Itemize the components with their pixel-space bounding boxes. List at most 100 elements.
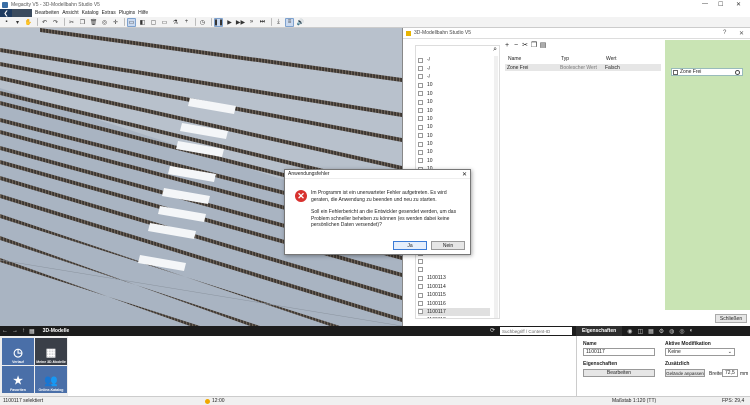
view-3d-icon[interactable]: ◧ bbox=[138, 18, 147, 27]
play-icon[interactable]: ▶ bbox=[225, 18, 234, 27]
tree-scrollbar[interactable] bbox=[494, 56, 498, 318]
grid-icon[interactable]: ▦ bbox=[648, 328, 654, 335]
close-button[interactable]: Schließen bbox=[715, 314, 747, 323]
minimize-button[interactable]: — bbox=[702, 1, 708, 7]
menu-plugins[interactable]: Plugins bbox=[119, 10, 135, 16]
tree-item[interactable] bbox=[418, 257, 490, 265]
tree-item[interactable]: -/ bbox=[418, 64, 490, 72]
close-side-button[interactable]: ✕ bbox=[739, 30, 744, 37]
menu-hilfe[interactable]: Hilfe bbox=[138, 10, 148, 16]
cut-icon[interactable]: ✂ bbox=[67, 18, 76, 27]
tree-item[interactable]: 10 bbox=[418, 140, 490, 148]
yes-button[interactable]: Ja bbox=[393, 241, 427, 250]
arrow-left-icon[interactable]: ← bbox=[2, 328, 8, 334]
menu-katalog[interactable]: Katalog bbox=[82, 10, 99, 16]
zone-frei-checkbox[interactable]: Zone Frei bbox=[671, 68, 743, 76]
close-window-button[interactable]: ✕ bbox=[736, 1, 741, 8]
camera-icon[interactable]: ◎ bbox=[679, 328, 684, 335]
menu-placeholder[interactable] bbox=[12, 9, 32, 17]
paste-icon[interactable]: ▤ bbox=[539, 41, 547, 49]
tree-item[interactable]: 1100117 bbox=[418, 307, 490, 317]
copy-icon[interactable]: ❐ bbox=[78, 18, 87, 27]
arrow-right-icon[interactable]: → bbox=[12, 328, 18, 334]
cut-icon[interactable]: ✂ bbox=[521, 41, 529, 49]
tree-item[interactable]: -/ bbox=[418, 56, 490, 64]
category-favoriten[interactable]: ★ Favoriten bbox=[2, 366, 34, 393]
skip-icon[interactable]: ⏭ bbox=[258, 18, 267, 27]
camera-icon[interactable]: ◎ bbox=[100, 18, 109, 27]
save-icon[interactable]: ▪ bbox=[2, 18, 11, 27]
flask-icon[interactable]: ⚗ bbox=[171, 18, 180, 27]
tree-item[interactable]: 1100113 bbox=[418, 274, 490, 282]
tree-item[interactable]: 10 bbox=[418, 148, 490, 156]
tree-item[interactable]: 1100118 bbox=[418, 316, 490, 318]
palette-icon[interactable]: ◍ bbox=[669, 328, 674, 335]
tree-item[interactable]: 10 bbox=[418, 157, 490, 165]
bearbeiten-button[interactable]: Bearbeiten bbox=[583, 369, 655, 377]
tree-item[interactable]: 1100114 bbox=[418, 283, 490, 291]
modification-select[interactable]: Keine ⌄ bbox=[665, 348, 735, 356]
tag-icon[interactable]: ◐ bbox=[690, 328, 694, 334]
bottom-panel-bar: ← → ↑ ▦ 3D-Modelle ⟳ Suchbegriff / Conte… bbox=[0, 326, 750, 336]
help-button[interactable]: ? bbox=[723, 30, 726, 36]
catalog-search-input[interactable]: Suchbegriff / Content-ID bbox=[500, 327, 572, 335]
back-arrow-icon[interactable]: ❮ bbox=[0, 9, 12, 17]
tiles-icon[interactable]: ▦ bbox=[29, 328, 35, 335]
node-icon bbox=[418, 57, 423, 63]
maximize-button[interactable]: ☐ bbox=[718, 1, 723, 8]
tree-item[interactable]: 10 bbox=[418, 106, 490, 114]
delete-icon[interactable]: 🗑 bbox=[89, 18, 98, 27]
category-meine-modelle[interactable]: ▦ Meine 3D-Modelle bbox=[35, 338, 67, 365]
arrow-up-icon[interactable]: ↑ bbox=[22, 328, 25, 334]
tree-item[interactable]: 1100115 bbox=[418, 291, 490, 299]
layers-icon[interactable]: ≡ bbox=[285, 17, 294, 27]
property-value[interactable]: Falsch bbox=[605, 65, 655, 71]
clock-icon[interactable]: ◷ bbox=[198, 18, 207, 27]
no-button[interactable]: Nein bbox=[431, 241, 465, 250]
cube-icon[interactable]: ◫ bbox=[637, 328, 643, 335]
rect-icon[interactable]: ▭ bbox=[160, 18, 169, 27]
category-verlauf[interactable]: ◷ Verlauf bbox=[2, 338, 34, 365]
tree-item[interactable]: 10 bbox=[418, 115, 490, 123]
move-icon[interactable]: ✛ bbox=[111, 18, 120, 27]
tree-item[interactable]: 10 bbox=[418, 90, 490, 98]
breite-field[interactable]: 72,5 bbox=[722, 369, 738, 377]
cube-icon[interactable]: ▢ bbox=[149, 18, 158, 27]
close-icon[interactable]: ✕ bbox=[462, 171, 467, 178]
add-icon[interactable]: + bbox=[503, 42, 511, 49]
refresh-icon[interactable]: ⟳ bbox=[490, 327, 495, 334]
plus-icon[interactable]: + bbox=[182, 18, 191, 27]
model-list-area[interactable] bbox=[68, 336, 576, 396]
tree-item[interactable]: 1100116 bbox=[418, 299, 490, 307]
tree-item[interactable]: 10 bbox=[418, 132, 490, 140]
gelaende-anpassen-button[interactable]: Gelände anpassen bbox=[665, 369, 705, 377]
view-2d-icon[interactable]: ▭ bbox=[127, 17, 136, 27]
remove-icon[interactable]: − bbox=[512, 42, 520, 49]
menu-ansicht[interactable]: Ansicht bbox=[62, 10, 78, 16]
search-icon[interactable]: ⌕ bbox=[493, 46, 497, 54]
tab-eigenschaften[interactable]: Eigenschaften bbox=[576, 326, 623, 336]
menu-extras[interactable]: Extras bbox=[102, 10, 116, 16]
tree-item[interactable] bbox=[418, 266, 490, 274]
fast-forward-icon[interactable]: ▶▶ bbox=[236, 18, 245, 27]
info-icon[interactable]: ◉ bbox=[627, 328, 632, 335]
sound-icon[interactable]: 🔊 bbox=[296, 18, 305, 27]
undo-icon[interactable]: ↶ bbox=[40, 18, 49, 27]
copy-icon[interactable]: ❐ bbox=[530, 41, 538, 49]
category-online-katalog[interactable]: 👥 Online-Katalog bbox=[35, 366, 67, 393]
save-as-icon[interactable]: ▾ bbox=[13, 18, 22, 27]
redo-icon[interactable]: ↷ bbox=[51, 18, 60, 27]
name-field[interactable]: 1100117 bbox=[583, 348, 655, 356]
tree-item[interactable]: 10 bbox=[418, 98, 490, 106]
property-row[interactable]: Zone Frei Boolescher Wert Falsch bbox=[505, 64, 661, 71]
checkbox-box[interactable] bbox=[673, 69, 678, 75]
faster-icon[interactable]: » bbox=[247, 18, 256, 27]
hand-icon[interactable]: ✋ bbox=[24, 18, 33, 27]
tree-item[interactable]: -/ bbox=[418, 73, 490, 81]
tree-item[interactable]: 10 bbox=[418, 81, 490, 89]
download-icon[interactable]: ⤓ bbox=[274, 18, 283, 27]
pause-icon[interactable]: ❚❚ bbox=[213, 17, 224, 27]
menu-bearbeiten[interactable]: Bearbeiten bbox=[35, 10, 59, 16]
tree-item[interactable]: 10 bbox=[418, 123, 490, 131]
gear-icon[interactable]: ⚙ bbox=[659, 328, 664, 335]
